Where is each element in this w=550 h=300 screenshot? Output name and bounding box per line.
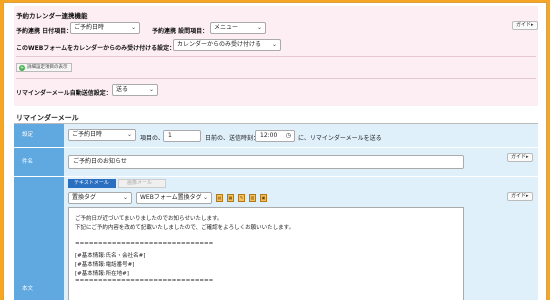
setting-item-label: 予約連携 設問項目： (152, 28, 209, 35)
days-before-text: 日前の、送信時刻： (205, 135, 260, 142)
body-row-label: 本文 (22, 286, 34, 292)
chevron-down-icon: ⌄ (202, 194, 208, 201)
reminder-auto-label: リマインダーメール自動送信設定： (16, 90, 112, 97)
tab-text-mail[interactable]: テキストメール (68, 179, 116, 188)
body-textarea[interactable]: ご予約日が近づいてまいりましたのでお知らせいたします。 下記にご予約内容を改めて… (68, 207, 464, 300)
divider (16, 78, 536, 79)
reminder-section-title: リマインダーメール (16, 114, 79, 122)
body-line: 下記にご予約内容を改めて記載いたしましたので、ご確認をよろしくお願いいたします。 (75, 225, 295, 231)
send-text: に、リマインダーメールを送る (298, 135, 382, 142)
copy-template-icon[interactable]: ▦ (227, 194, 234, 202)
body-row-label-cell: 本文 (14, 176, 64, 300)
paste-template-icon[interactable]: ▥ (249, 194, 256, 202)
calendar-guide-button[interactable]: ガイド▸ (512, 21, 538, 30)
settings-row-label: 設定 (14, 124, 64, 147)
date-item-select[interactable]: ご予約日時 ⌄ (70, 22, 140, 34)
body-line: [#基本情報:電話番号#] (75, 262, 135, 268)
body-line: [#基本情報:所在地#] (75, 271, 129, 277)
chevron-down-icon: ⌄ (122, 194, 128, 201)
chevron-down-icon: ⌄ (148, 86, 154, 93)
accept-setting-select[interactable]: カレンダーからのみ受け付ける ⌄ (173, 39, 281, 51)
days-before-input[interactable]: 1 (163, 130, 201, 142)
chevron-down-icon: ⌄ (271, 41, 277, 48)
accept-setting-label: このWEBフォームをカレンダーからのみ受け付ける設定： (16, 45, 176, 52)
edit-template-icon[interactable]: ✎ (238, 194, 245, 202)
subject-input[interactable]: ご予約日のお知らせ (68, 155, 464, 169)
reminder-auto-select[interactable]: 送る ⌄ (112, 84, 158, 96)
send-time-input[interactable]: 12:00 ◷ (255, 130, 295, 142)
insert-tag-select[interactable]: 置換タグ ⌄ (68, 192, 132, 204)
chevron-down-icon: ⌄ (126, 131, 132, 138)
tab-html-mail[interactable]: 画像メール (118, 179, 166, 188)
item-text: 項目の、 (140, 135, 165, 142)
webform-tag-select[interactable]: WEBフォーム置換タグ ⌄ (136, 192, 212, 204)
reminder-item-select[interactable]: ご予約日時 ⌄ (68, 129, 136, 141)
chevron-down-icon: ⌄ (256, 24, 262, 31)
date-item-label: 予約連携 日付項目： (16, 28, 73, 35)
setting-item-select[interactable]: メニュー ⌄ (210, 22, 266, 34)
body-line: ============================== (75, 241, 214, 247)
divider (16, 56, 536, 57)
insert-template-icon[interactable]: ▤ (216, 194, 223, 202)
clock-icon: ◷ (285, 132, 291, 139)
body-line: ============================== (75, 278, 214, 284)
preview-template-icon[interactable]: ▣ (260, 194, 267, 202)
chevron-down-icon: ⌄ (130, 24, 136, 31)
body-line: ご予約日が近づいてまいりましたのでお知らせいたします。 (75, 216, 223, 222)
subject-guide-button[interactable]: ガイド▸ (507, 153, 533, 162)
body-guide-button[interactable]: ガイド▸ (507, 192, 533, 201)
calendar-section-title: 予約カレンダー連携機能 (16, 12, 88, 20)
body-line: [#基本情報:氏名・会社名#] (75, 253, 146, 259)
plus-icon: + (19, 65, 25, 71)
show-detail-settings-button[interactable]: + 詳細設定項目の表示 (16, 63, 72, 72)
subject-row-label: 件名 (14, 147, 64, 176)
